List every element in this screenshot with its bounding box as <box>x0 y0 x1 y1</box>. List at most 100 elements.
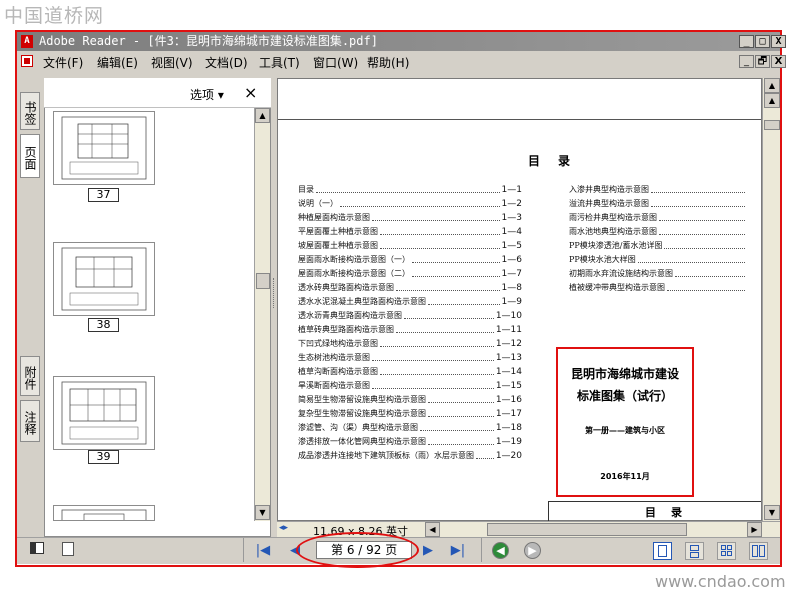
toc-entry[interactable]: 种植屋面构造示意图 1—3 <box>298 211 522 225</box>
tab-attachments[interactable]: 附件 <box>20 356 40 396</box>
document-scrollbar[interactable]: ▲ ▲ ▼ <box>762 78 780 521</box>
options-menu[interactable]: 选项 ▾ <box>190 86 224 103</box>
toc-entry[interactable]: 下凹式绿地构造示意图 1—12 <box>298 337 522 351</box>
toc-entry[interactable]: 溢流井典型构造示意图 <box>569 197 745 211</box>
splitter-grip <box>273 278 276 308</box>
toc-leader <box>664 239 745 249</box>
toc-entry[interactable]: 雨污检井典型构造示意图 <box>569 211 745 225</box>
doc-close-button[interactable]: X <box>771 55 786 68</box>
show-navigation-pane-icon[interactable] <box>30 542 44 554</box>
toc-entry-page: 1—12 <box>495 339 522 349</box>
doc-scroll-up-icon[interactable]: ▲ <box>764 78 780 93</box>
cover-highlight-box: 昆明市海绵城市建设 标准图集（试行） 第一册——建筑与小区 2016年11月 <box>556 347 694 497</box>
hscroll-left-icon[interactable]: ◀ <box>425 522 440 537</box>
toc-entry[interactable]: 渗滤管、沟（渠）典型构造示意图 1—18 <box>298 421 522 435</box>
toc-leader <box>316 183 500 193</box>
toc-entry[interactable]: 说明（一） 1—2 <box>298 197 522 211</box>
close-button[interactable]: X <box>771 35 786 48</box>
toc-entry[interactable]: 生态树池构造示意图 1—13 <box>298 351 522 365</box>
doc-restore-button[interactable]: 🗗 <box>755 55 770 68</box>
last-page-button[interactable]: ▶| <box>448 543 468 559</box>
panel-header: 选项 ▾ × <box>44 78 271 108</box>
tab-comments[interactable]: 注释 <box>20 400 40 442</box>
toc-entry[interactable]: PP模块渗透池/蓄水池详图 <box>569 239 745 253</box>
toc-entry-title: PP模块渗透池/蓄水池详图 <box>569 241 663 250</box>
toc-entry[interactable]: 植被缓冲带典型构造示意图 <box>569 281 745 295</box>
toc-leader <box>675 267 745 277</box>
facing-pages-icon[interactable] <box>749 542 768 560</box>
cover-title-line1: 昆明市海绵城市建设 <box>570 367 679 381</box>
toc-entry[interactable]: 透水砖典型路面构造示意图 1—8 <box>298 281 522 295</box>
toc-entry[interactable]: 坡屋面覆土种植示意图 1—5 <box>298 239 522 253</box>
toc-entry[interactable]: 入渗井典型构造示意图 <box>569 183 745 197</box>
toc-entry[interactable]: 平屋面覆土种植示意图 1—4 <box>298 225 522 239</box>
minimize-button[interactable]: _ <box>739 35 754 48</box>
toc-entry[interactable]: 初期雨水弃流设施结构示意图 <box>569 267 745 281</box>
maximize-button[interactable]: □ <box>755 35 770 48</box>
menu-window[interactable]: 窗口(W) <box>313 54 358 71</box>
doc-scroll-thumb[interactable] <box>764 120 780 130</box>
toc-entry-page: 1—20 <box>495 451 522 461</box>
toc-entry[interactable]: 植草沟断面构造示意图 1—14 <box>298 365 522 379</box>
toc-entry-title: 入渗井典型构造示意图 <box>569 185 649 194</box>
toc-entry-page: 1—15 <box>495 381 522 391</box>
toc-leader <box>372 351 494 361</box>
menu-view[interactable]: 视图(V) <box>151 54 193 71</box>
thumbnail-page-label: 37 <box>88 188 119 202</box>
toc-entry[interactable]: 成品渗透井连接地下建筑顶板标（雨）水层示意图 1—20 <box>298 449 522 463</box>
first-page-button[interactable]: |◀ <box>253 543 273 559</box>
toc-entry[interactable]: 复杂型生物滞留设施典型构造示意图 1—17 <box>298 407 522 421</box>
toc-entry[interactable]: 渗透排放一体化管网典型构造示意图 1—19 <box>298 435 522 449</box>
hscroll-right-icon[interactable]: ▶ <box>747 522 762 537</box>
scroll-up-icon[interactable]: ▲ <box>255 108 270 123</box>
toc-entry[interactable]: 雨水池地典型构造示意图 <box>569 225 745 239</box>
hscroll-thumb[interactable] <box>487 523 687 536</box>
document-icon <box>21 55 33 67</box>
toc-entry[interactable]: 旱溪断面构造示意图 1—15 <box>298 379 522 393</box>
tab-pages[interactable]: 页面 <box>20 134 40 178</box>
toc-entry[interactable]: 目录 1—1 <box>298 183 522 197</box>
tab-bookmarks[interactable]: 书签 <box>20 92 40 130</box>
toc-entry[interactable]: 简易型生物滞留设施典型构造示意图 1—16 <box>298 393 522 407</box>
page-thumbnail[interactable] <box>53 376 155 450</box>
toc-entry[interactable]: PP模块水池大样图 <box>569 253 745 267</box>
doc-minimize-button[interactable]: _ <box>739 55 754 68</box>
toc-entry[interactable]: 透水沥青典型路面构造示意图 1—10 <box>298 309 522 323</box>
menu-help[interactable]: 帮助(H) <box>367 54 409 71</box>
cover-volume: 第一册——建筑与小区 <box>585 426 665 435</box>
previous-view-button[interactable]: ◀ <box>492 542 509 559</box>
single-page-icon[interactable] <box>653 542 672 560</box>
continuous-facing-icon[interactable] <box>717 542 736 560</box>
page-field-highlight-ellipse <box>296 532 419 568</box>
menu-document[interactable]: 文档(D) <box>205 54 248 71</box>
toc-left-column: 目录 1—1 说明（一） 1—2 种植屋面构造示意图 1—3 平屋面覆土种植示意图 1—4 坡屋… <box>298 183 522 463</box>
continuous-page-icon[interactable] <box>685 542 704 560</box>
next-page-button[interactable]: ▶ <box>418 543 438 559</box>
menu-edit[interactable]: 编辑(E) <box>97 54 138 71</box>
page-icon[interactable] <box>62 542 74 556</box>
panel-close-icon[interactable]: × <box>244 83 257 102</box>
toc-leader <box>651 197 745 207</box>
toc-entry[interactable]: 透水水泥混凝土典型路面构造示意图 1—9 <box>298 295 522 309</box>
toc-entry-title: 溢流井典型构造示意图 <box>569 199 649 208</box>
toc-entry-title: 初期雨水弃流设施结构示意图 <box>569 269 673 278</box>
toc-entry[interactable]: 屋面雨水断接构造示意图（二） 1—7 <box>298 267 522 281</box>
doc-scroll-down-icon[interactable]: ▼ <box>764 505 780 520</box>
page-thumbnail[interactable] <box>53 505 155 521</box>
toc-entry-title: 旱溪断面构造示意图 <box>298 381 370 390</box>
doc-page-up-icon[interactable]: ▲ <box>764 93 780 108</box>
page-thumbnail[interactable] <box>53 111 155 185</box>
toc-entry-title: 坡屋面覆土种植示意图 <box>298 241 378 250</box>
next-view-button[interactable]: ▶ <box>524 542 541 559</box>
menu-tools[interactable]: 工具(T) <box>259 54 300 71</box>
next-page-heading: 目 录 <box>645 506 684 519</box>
panel-scroll-thumb[interactable] <box>256 273 270 289</box>
toc-leader <box>380 239 500 249</box>
toc-entry[interactable]: 屋面雨水断接构造示意图（一） 1—6 <box>298 253 522 267</box>
page-thumbnail[interactable] <box>53 242 155 316</box>
toc-entry[interactable]: 植草砖典型路面构造示意图 1—11 <box>298 323 522 337</box>
scroll-down-icon[interactable]: ▼ <box>255 505 270 520</box>
panel-scrollbar[interactable]: ▲ ▼ <box>254 108 270 521</box>
menu-file[interactable]: 文件(F) <box>43 54 83 71</box>
watermark-top: 中国道桥网 <box>4 5 105 27</box>
